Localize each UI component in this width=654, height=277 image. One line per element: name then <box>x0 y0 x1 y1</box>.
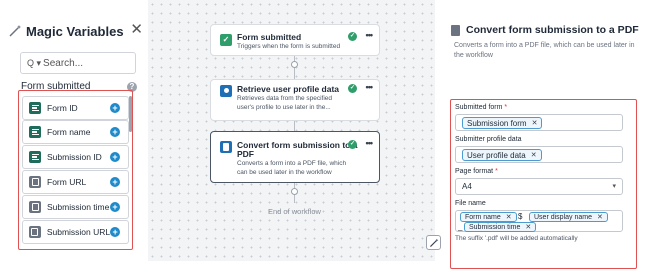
magic-wand-icon <box>9 25 21 37</box>
magic-wand-icon <box>429 238 438 247</box>
text-field-icon <box>29 151 41 163</box>
remove-chip-icon[interactable]: ✕ <box>506 213 512 221</box>
submitted-form-field[interactable]: Submission form ✕ <box>455 114 623 131</box>
node-description-line-2: can be used later in the workflow <box>237 169 332 176</box>
add-variable-icon[interactable]: + <box>110 103 120 113</box>
workflow-node-form-submitted[interactable]: ✓ Form submitted Triggers when the form … <box>210 24 380 56</box>
variable-label: Submission ID <box>47 152 102 162</box>
add-variable-icon[interactable]: + <box>110 177 120 187</box>
variable-chip[interactable]: User display name ✕ <box>529 212 608 222</box>
remove-chip-icon[interactable]: ✕ <box>525 223 531 231</box>
variable-chip[interactable]: Submission time ✕ <box>464 222 537 232</box>
submitted-form-label: Submitted form * <box>455 104 508 111</box>
variable-item-form-name[interactable]: Form name + <box>22 120 129 144</box>
remove-chip-icon[interactable]: ✕ <box>597 213 603 221</box>
magic-variables-panel: Magic Variables ✕ Q ▾ Search... Form sub… <box>0 0 148 261</box>
add-variable-icon[interactable]: + <box>110 127 120 137</box>
document-icon <box>451 24 460 36</box>
status-complete-icon: ✓ <box>348 32 357 41</box>
variable-label: Form URL <box>47 177 87 187</box>
page-format-value: A4 <box>462 182 472 191</box>
add-step-handle[interactable] <box>291 188 298 195</box>
variable-item-submission-id[interactable]: Submission ID + <box>22 145 129 169</box>
end-of-workflow-label: End of workflow <box>268 207 321 216</box>
file-name-field[interactable]: Form name ✕ $ User display name ✕ _ Submis… <box>455 210 623 232</box>
step-details-panel: Convert form submission to a PDF Convert… <box>441 0 654 269</box>
add-variable-icon[interactable]: + <box>110 202 120 212</box>
file-name-separator: _ <box>458 222 463 231</box>
variable-item-form-id[interactable]: Form ID + <box>22 96 129 120</box>
node-description-line-1: Retrieves data from the specified <box>237 95 333 102</box>
connector-line <box>294 56 295 80</box>
file-name-separator: $ <box>518 212 523 221</box>
more-options-icon[interactable]: ••• <box>366 83 374 92</box>
status-complete-icon: ✓ <box>348 140 357 149</box>
variable-label: Form ID <box>47 103 78 113</box>
file-name-label: File name <box>455 200 486 207</box>
close-icon[interactable]: ✕ <box>130 22 143 38</box>
variable-chip[interactable]: Form name ✕ <box>460 212 517 222</box>
node-title-line-1: Convert form submission to a <box>237 140 358 150</box>
variable-chip[interactable]: Submission form ✕ <box>462 117 543 129</box>
variable-item-submission-time[interactable]: Submission time + <box>22 195 129 219</box>
url-icon <box>29 226 41 238</box>
user-icon <box>220 85 232 97</box>
variable-item-submission-url[interactable]: Submission URL + <box>22 220 129 244</box>
remove-chip-icon[interactable]: ✕ <box>532 119 538 127</box>
connector-line <box>294 121 295 131</box>
remove-chip-icon[interactable]: ✕ <box>531 151 537 159</box>
text-field-icon <box>29 126 41 138</box>
node-description-line-2: user's profile to use later in the... <box>237 104 331 111</box>
search-type-selector[interactable]: Q ▾ <box>27 58 41 69</box>
page-format-label: Page format * <box>455 168 498 175</box>
text-field-icon <box>29 102 41 114</box>
page-format-select[interactable]: A4 ▾ <box>455 178 623 195</box>
workflow-node-convert-to-pdf[interactable]: Convert form submission to a PDF Convert… <box>210 131 380 183</box>
node-description-line-1: Converts a form into a PDF file, which <box>237 160 347 167</box>
variable-label: Submission time <box>47 202 110 212</box>
submitter-profile-label: Submitter profile data <box>455 136 522 143</box>
file-name-hint: The suffix '.pdf' will be added automati… <box>455 235 578 242</box>
workflow-node-retrieve-user-profile[interactable]: Retrieve user profile data Retrieves dat… <box>210 79 380 121</box>
node-title: Form submitted <box>237 32 302 42</box>
search-placeholder: Search... <box>43 57 84 69</box>
variable-search-input[interactable]: Q ▾ Search... <box>20 52 136 74</box>
variable-chip[interactable]: User profile data ✕ <box>462 149 542 161</box>
url-icon <box>29 176 41 188</box>
details-description: Converts a form into a PDF file, which c… <box>454 42 635 59</box>
magic-variables-header: Magic Variables ✕ <box>8 20 143 42</box>
node-description: Triggers when the form is submitted <box>237 43 341 50</box>
chevron-down-icon[interactable]: ▾ <box>612 182 616 190</box>
add-variable-icon[interactable]: + <box>110 152 120 162</box>
node-title: Retrieve user profile data <box>237 84 340 94</box>
variable-label: Submission URL <box>46 227 111 237</box>
magic-variables-toggle-button[interactable] <box>426 235 441 250</box>
add-variable-icon[interactable]: + <box>110 227 120 237</box>
more-options-icon[interactable]: ••• <box>366 31 374 40</box>
submitter-profile-field[interactable]: User profile data ✕ <box>455 146 623 163</box>
date-icon <box>29 201 41 213</box>
details-title: Convert form submission to a PDF <box>466 24 639 36</box>
variable-list-scrollbar[interactable] <box>129 96 132 132</box>
variable-item-form-url[interactable]: Form URL + <box>22 170 129 194</box>
status-complete-icon: ✓ <box>348 84 357 93</box>
more-options-icon[interactable]: ••• <box>366 139 374 148</box>
workflow-canvas[interactable]: ✓ Form submitted Triggers when the form … <box>148 0 441 261</box>
check-square-icon: ✓ <box>220 34 232 46</box>
node-title-line-2: PDF <box>237 149 254 159</box>
variable-label: Form name <box>47 127 91 137</box>
add-step-handle[interactable] <box>291 61 298 68</box>
details-header: Convert form submission to a PDF <box>451 24 639 36</box>
document-icon <box>220 141 232 153</box>
magic-variables-title: Magic Variables <box>26 23 124 39</box>
